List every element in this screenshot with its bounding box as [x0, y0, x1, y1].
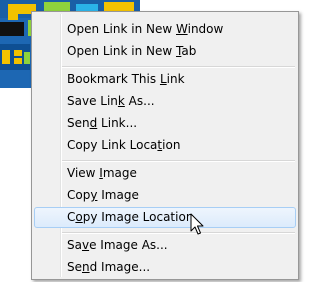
menu-item-mnemonic: n: [82, 260, 90, 274]
menu-separator: [62, 66, 295, 68]
menu-item-label-pre: Cop: [67, 188, 91, 202]
menu-item-label-pre: Sa: [67, 238, 82, 252]
menu-item-label-post: ab: [181, 44, 197, 58]
menu-item-bookmark-link[interactable]: Bookmark This Link: [34, 69, 296, 90]
menu-item-label-post: Link...: [97, 116, 138, 130]
menu-item-label-post: py Image Location: [82, 210, 194, 224]
menu-item-label-pre: View: [67, 166, 100, 180]
menu-item-copy-link-location[interactable]: Copy Link Location: [34, 135, 296, 156]
menu-item-copy-image[interactable]: Copy Image: [34, 185, 296, 206]
menu-item-save-image-as[interactable]: Save Image As...: [34, 235, 296, 256]
menu-item-label-post: Image: [97, 188, 139, 202]
menu-item-label-pre: Open Link in New: [67, 44, 176, 58]
menu-item-label-pre: Open Link in New: [67, 22, 176, 36]
menu-item-label-pre: Save Lin: [67, 94, 118, 108]
menu-item-send-image[interactable]: Send Image...: [34, 257, 296, 278]
menu-item-label-post: e Image As...: [89, 238, 168, 252]
menu-item-label-pre: Sen: [67, 116, 90, 130]
menu-item-mnemonic: L: [159, 72, 167, 86]
menu-item-label-pre: Se: [67, 260, 82, 274]
menu-item-mnemonic: o: [75, 210, 83, 224]
menu-item-save-link-as[interactable]: Save Link As...: [34, 91, 296, 112]
menu-item-label-post: ink: [166, 72, 185, 86]
menu-separator: [62, 160, 295, 162]
menu-item-label-pre: Bookmark This: [67, 72, 160, 86]
menu-item-mnemonic: k: [117, 94, 125, 108]
context-menu: Open Link in New Window Open Link in New…: [31, 11, 299, 280]
menu-item-view-image[interactable]: View Image: [34, 163, 296, 184]
menu-item-mnemonic: W: [176, 22, 188, 36]
menu-item-open-link-new-window[interactable]: Open Link in New Window: [34, 19, 296, 40]
menu-item-label-post: mage: [102, 166, 137, 180]
mouse-pointer-icon: [190, 213, 206, 237]
menu-item-copy-image-location[interactable]: Copy Image Location: [34, 207, 296, 228]
menu-item-label-post: indow: [187, 22, 224, 36]
menu-item-open-link-new-tab[interactable]: Open Link in New Tab: [34, 41, 296, 62]
menu-item-label-post: d Image...: [89, 260, 151, 274]
menu-item-label-post: As...: [124, 94, 155, 108]
menu-separator: [62, 232, 295, 234]
menu-item-send-link[interactable]: Send Link...: [34, 113, 296, 134]
menu-item-label-post: ion: [162, 138, 181, 152]
menu-item-label-pre: Copy Link Loca: [67, 138, 158, 152]
